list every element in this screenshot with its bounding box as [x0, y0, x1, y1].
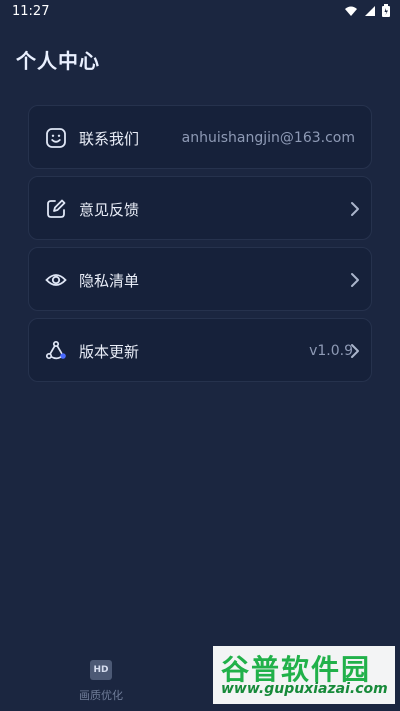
menu-label-feedback: 意见反馈 [79, 201, 140, 219]
chevron-right-icon [351, 202, 359, 216]
watermark: 谷普软件园 www.gupuxiazai.com [213, 646, 395, 704]
bottom-tab-label: 画质优化 [79, 689, 123, 702]
chevron-right-icon [351, 344, 359, 358]
edit-icon [47, 199, 66, 218]
hd-icon: HD [90, 660, 112, 680]
eye-icon [45, 274, 67, 286]
menu-label-contact: 联系我们 [79, 130, 140, 148]
menu-label-privacy: 隐私清单 [79, 272, 140, 290]
menu-list: 联系我们 anhuishangjin@163.com 意见反馈 隐私清单 版本更… [28, 105, 372, 389]
chevron-right-icon [351, 273, 359, 287]
battery-icon [382, 4, 390, 17]
version-value: v1.0.9 [309, 343, 353, 359]
network-icon [45, 340, 66, 360]
smiley-icon [46, 128, 66, 148]
menu-item-feedback[interactable]: 意见反馈 [28, 176, 372, 240]
bottom-tab-picture-quality[interactable]: HD 画质优化 [78, 660, 124, 703]
signal-icon [365, 5, 375, 16]
status-time: 11:27 [12, 4, 50, 19]
menu-item-contact[interactable]: 联系我们 anhuishangjin@163.com [28, 105, 372, 169]
menu-item-update[interactable]: 版本更新 v1.0.9 [28, 318, 372, 382]
page-title: 个人中心 [16, 49, 100, 73]
wifi-icon [345, 6, 357, 16]
watermark-url: www.gupuxiazai.com [221, 681, 388, 697]
menu-label-update: 版本更新 [79, 343, 140, 361]
status-bar: 11:27 [0, 0, 400, 24]
status-icons [344, 4, 390, 17]
menu-item-privacy[interactable]: 隐私清单 [28, 247, 372, 311]
contact-email: anhuishangjin@163.com [181, 130, 355, 146]
